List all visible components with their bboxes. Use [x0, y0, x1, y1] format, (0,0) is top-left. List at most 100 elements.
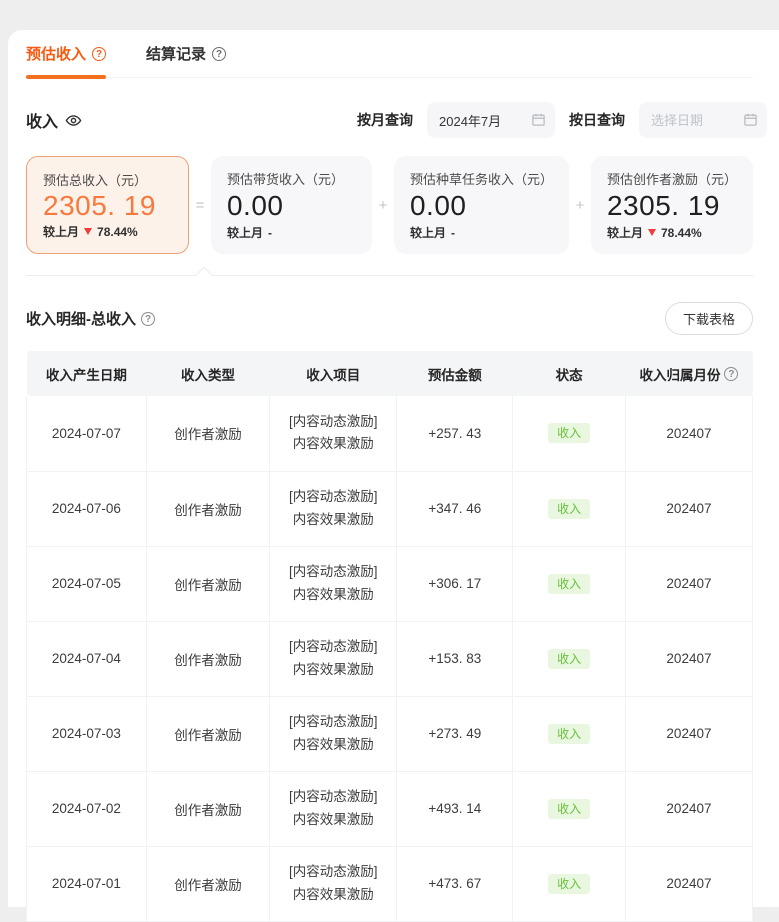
cell-income-date: 2024-07-03	[27, 696, 147, 771]
calendar-icon	[743, 112, 758, 127]
table-row: 2024-07-04 创作者激励 [内容动态激励] 内容效果激励 +153. 8…	[27, 621, 753, 696]
header-income-date: 收入产生日期	[27, 351, 147, 396]
card-goods-income[interactable]: 预估带货收入（元） 0.00 较上月 -	[211, 156, 372, 254]
status-badge: 收入	[548, 649, 590, 669]
status-badge: 收入	[548, 423, 590, 443]
status-badge: 收入	[548, 799, 590, 819]
project-line-1: [内容动态激励]	[270, 786, 396, 808]
caret-notch	[196, 267, 213, 284]
cell-income-type: 创作者激励	[146, 546, 269, 621]
card-value: 2305. 19	[607, 190, 737, 222]
card-compare: 较上月 -	[227, 224, 356, 241]
card-value: 0.00	[227, 190, 356, 222]
table-row: 2024-07-03 创作者激励 [内容动态激励] 内容效果激励 +273. 4…	[27, 696, 753, 771]
status-badge: 收入	[548, 724, 590, 744]
detail-header: 收入明细-总收入 ? 下载表格	[26, 302, 753, 335]
help-icon[interactable]: ?	[141, 312, 155, 326]
cell-status: 收入	[513, 696, 626, 771]
income-header-row: 收入 按月查询 按日查询	[26, 102, 767, 138]
cell-status: 收入	[513, 621, 626, 696]
cell-income-type: 创作者激励	[146, 771, 269, 846]
month-picker[interactable]	[427, 102, 555, 138]
cell-income-month: 202407	[625, 696, 752, 771]
cell-income-type: 创作者激励	[146, 696, 269, 771]
project-line-1: [内容动态激励]	[270, 861, 396, 883]
detail-title: 收入明细-总收入 ?	[26, 308, 155, 329]
tab-settlement-record[interactable]: 结算记录 ?	[146, 43, 226, 77]
equals-operator: =	[189, 197, 211, 214]
month-query-label: 按月查询	[357, 110, 413, 130]
stat-cards-row: 预估总收入（元） 2305. 19 较上月 78.44% = 预估带货收入（元）…	[26, 156, 753, 254]
card-value: 2305. 19	[43, 190, 172, 222]
project-line-2: 内容效果激励	[270, 509, 396, 531]
compare-value: -	[451, 226, 455, 240]
trend-down-icon	[648, 229, 656, 236]
trend-down-icon	[84, 228, 92, 235]
cell-income-project: [内容动态激励] 内容效果激励	[270, 471, 397, 546]
cell-income-date: 2024-07-05	[27, 546, 147, 621]
help-icon[interactable]: ?	[724, 367, 738, 381]
cell-income-date: 2024-07-02	[27, 771, 147, 846]
card-title: 预估带货收入（元）	[227, 169, 356, 188]
cell-income-project: [内容动态激励] 内容效果激励	[270, 771, 397, 846]
compare-value: -	[268, 226, 272, 240]
plus-operator: +	[372, 197, 394, 214]
cell-estimated-amount: +347. 46	[397, 471, 513, 546]
cell-status: 收入	[513, 396, 626, 471]
header-income-type: 收入类型	[146, 351, 269, 396]
cell-estimated-amount: +257. 43	[397, 396, 513, 471]
project-line-2: 内容效果激励	[270, 884, 396, 906]
tab-estimated-income-label: 预估收入	[26, 43, 86, 64]
download-table-button[interactable]: 下载表格	[665, 302, 753, 335]
card-total-income[interactable]: 预估总收入（元） 2305. 19 较上月 78.44%	[26, 156, 189, 254]
status-badge: 收入	[548, 874, 590, 894]
status-badge: 收入	[548, 574, 590, 594]
compare-value: 78.44%	[97, 225, 138, 239]
project-line-2: 内容效果激励	[270, 659, 396, 681]
table-row: 2024-07-07 创作者激励 [内容动态激励] 内容效果激励 +257. 4…	[27, 396, 753, 471]
table-row: 2024-07-01 创作者激励 [内容动态激励] 内容效果激励 +473. 6…	[27, 846, 753, 921]
project-line-1: [内容动态激励]	[270, 561, 396, 583]
section-divider	[26, 275, 753, 276]
detail-title-label: 收入明细-总收入	[26, 308, 136, 329]
help-icon[interactable]: ?	[212, 47, 226, 61]
cell-status: 收入	[513, 846, 626, 921]
query-controls: 按月查询 按日查询	[357, 102, 767, 138]
cell-income-project: [内容动态激励] 内容效果激励	[270, 546, 397, 621]
project-line-2: 内容效果激励	[270, 433, 396, 455]
tab-bar: 预估收入 ? 结算记录 ?	[26, 30, 753, 78]
cell-income-date: 2024-07-06	[27, 471, 147, 546]
table-row: 2024-07-05 创作者激励 [内容动态激励] 内容效果激励 +306. 1…	[27, 546, 753, 621]
compare-label: 较上月	[43, 223, 79, 240]
compare-label: 较上月	[410, 224, 446, 241]
project-line-1: [内容动态激励]	[270, 411, 396, 433]
tab-settlement-record-label: 结算记录	[146, 43, 206, 64]
cell-income-date: 2024-07-07	[27, 396, 147, 471]
cell-estimated-amount: +153. 83	[397, 621, 513, 696]
day-picker[interactable]	[639, 102, 767, 138]
help-icon[interactable]: ?	[92, 47, 106, 61]
card-compare: 较上月 78.44%	[43, 223, 172, 240]
calendar-icon	[531, 112, 546, 127]
cell-income-type: 创作者激励	[146, 471, 269, 546]
header-income-project: 收入项目	[270, 351, 397, 396]
cell-status: 收入	[513, 546, 626, 621]
compare-label: 较上月	[607, 224, 643, 241]
cell-income-month: 202407	[625, 846, 752, 921]
card-title: 预估创作者激励（元）	[607, 169, 737, 188]
table-row: 2024-07-06 创作者激励 [内容动态激励] 内容效果激励 +347. 4…	[27, 471, 753, 546]
cell-status: 收入	[513, 771, 626, 846]
day-query-label: 按日查询	[569, 110, 625, 130]
cell-status: 收入	[513, 471, 626, 546]
cell-estimated-amount: +493. 14	[397, 771, 513, 846]
eye-icon[interactable]	[65, 112, 82, 129]
cell-income-month: 202407	[625, 396, 752, 471]
card-seeding-task-income[interactable]: 预估种草任务收入（元） 0.00 较上月 -	[394, 156, 569, 254]
card-creator-incentive[interactable]: 预估创作者激励（元） 2305. 19 较上月 78.44%	[591, 156, 753, 254]
tab-estimated-income[interactable]: 预估收入 ?	[26, 43, 106, 77]
cell-income-date: 2024-07-04	[27, 621, 147, 696]
card-title: 预估总收入（元）	[43, 170, 172, 189]
cell-income-month: 202407	[625, 771, 752, 846]
cell-income-type: 创作者激励	[146, 621, 269, 696]
project-line-2: 内容效果激励	[270, 734, 396, 756]
